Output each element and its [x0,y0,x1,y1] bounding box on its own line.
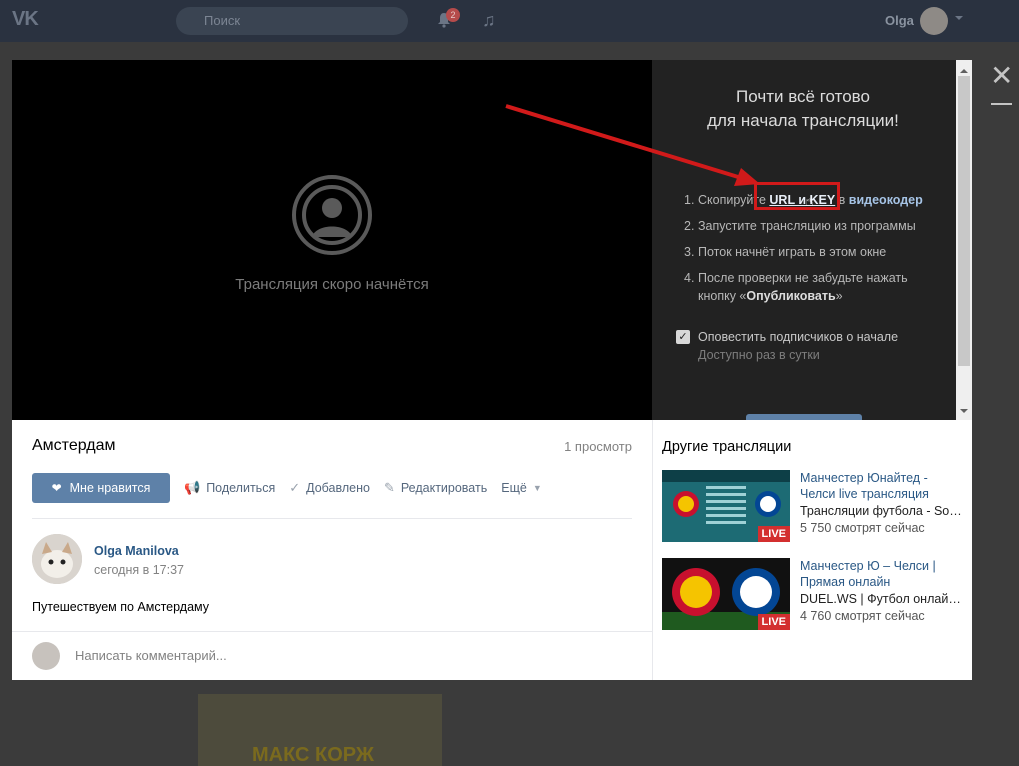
stream-viewers: 5 750 смотрят сейчас [800,521,925,535]
stream-title-link[interactable]: Манчестер Юнайтед - Челси live трансляци… [800,470,962,502]
video-description: Путешествуем по Амстердаму [32,600,210,614]
like-button[interactable]: ❤ Мне нравится [32,473,170,503]
setup-step-2: 2. Запустите трансляцию из программы [684,219,916,233]
share-button[interactable]: 📢 Поделиться [184,480,275,496]
scroll-down-arrow-icon[interactable] [960,409,968,417]
setup-step-4-continued: кнопку «Опубликовать» [698,289,843,303]
notify-sublabel: Доступно раз в сутки [698,348,820,362]
hand-cursor-icon: ☝ [805,193,814,209]
pencil-icon: ✎ [383,480,395,495]
scrollbar-thumb[interactable] [958,76,970,366]
divider [32,518,632,519]
stream-thumbnail[interactable]: LIVE [662,470,790,542]
vertical-divider [652,420,653,680]
minimize-icon[interactable] [991,103,1012,105]
stream-status-text: Трансляция скоро начнётся [235,276,429,293]
chevron-down-icon: ▼ [532,483,542,493]
close-icon[interactable]: ✕ [990,62,1013,90]
post-timestamp[interactable]: сегодня в 17:37 [94,563,184,577]
checkmark-icon: ✓ [289,480,301,495]
user-avatar[interactable] [920,7,948,35]
author-avatar[interactable] [32,534,82,584]
added-button[interactable]: ✓ Добавлено [289,480,370,496]
notification-count-badge: 2 [446,8,460,22]
author-name-link[interactable]: Olga Manilova [94,544,179,558]
live-badge: LIVE [757,526,790,542]
setup-step-3: 3. Поток начнёт играть в этом окне [684,245,887,259]
cat-avatar-image [32,534,82,584]
notify-label: Оповестить подписчиков о начале [698,330,899,344]
related-stream-item[interactable]: LIVE Манчестер Юнайтед - Челси live тран… [662,470,962,542]
edit-button[interactable]: ✎ Редактировать [384,480,487,496]
heart-icon: ❤ [51,481,62,495]
scroll-up-arrow-icon[interactable] [960,65,968,73]
background-thumbnail-text: МАКС КОРЖ [252,744,374,766]
other-streams-heading: Другие трансляции [662,439,792,455]
url-key-highlight-box [754,182,840,210]
live-broadcast-icon [292,175,372,255]
setup-title: Почти всё готово для начала трансляции! [707,87,899,130]
comment-input[interactable]: Написать комментарий... [75,648,227,663]
video-title: Амстердам [32,437,116,454]
stream-author-link[interactable]: DUEL.WS | Футбол онлайн ... [800,592,962,606]
more-button[interactable]: Ещё ▼ [501,481,542,495]
video-player[interactable]: Трансляция скоро начнётся [12,60,652,420]
stream-thumbnail[interactable]: LIVE [662,558,790,630]
chevron-down-icon[interactable] [955,16,963,24]
panel-scrollbar[interactable] [956,60,972,420]
stream-viewers: 4 760 смотрят сейчас [800,609,925,623]
megaphone-icon: 📢 [184,480,201,495]
stream-author-link[interactable]: Трансляции футбола - Sop... [800,504,962,518]
search-input[interactable]: Поиск [176,7,408,35]
publish-button[interactable] [746,414,862,420]
music-icon[interactable]: ♫ [482,10,496,31]
related-stream-item[interactable]: LIVE Манчестер Ю – Челси | Прямая онлайн… [662,558,962,630]
commenter-avatar [32,642,60,670]
video-encoder-link[interactable]: видеокодер [849,193,923,207]
top-navigation-bar: VK Поиск 2 ♫ Olga [0,0,1019,42]
notify-checkbox[interactable]: ✓ [676,330,690,344]
view-count: 1 просмотр [564,439,632,454]
broadcast-setup-panel: Почти всё готово для начала трансляции! … [652,60,972,420]
current-username[interactable]: Olga [885,13,914,28]
video-modal: Трансляция скоро начнётся Почти всё гото… [12,60,972,680]
divider [12,631,652,632]
vk-logo[interactable]: VK [12,8,39,31]
live-badge: LIVE [757,614,790,630]
video-actions-bar: ❤ Мне нравится 📢 Поделиться ✓ Добавлено … [32,473,542,503]
stream-title-link[interactable]: Манчестер Ю – Челси | Прямая онлайн [800,558,962,590]
